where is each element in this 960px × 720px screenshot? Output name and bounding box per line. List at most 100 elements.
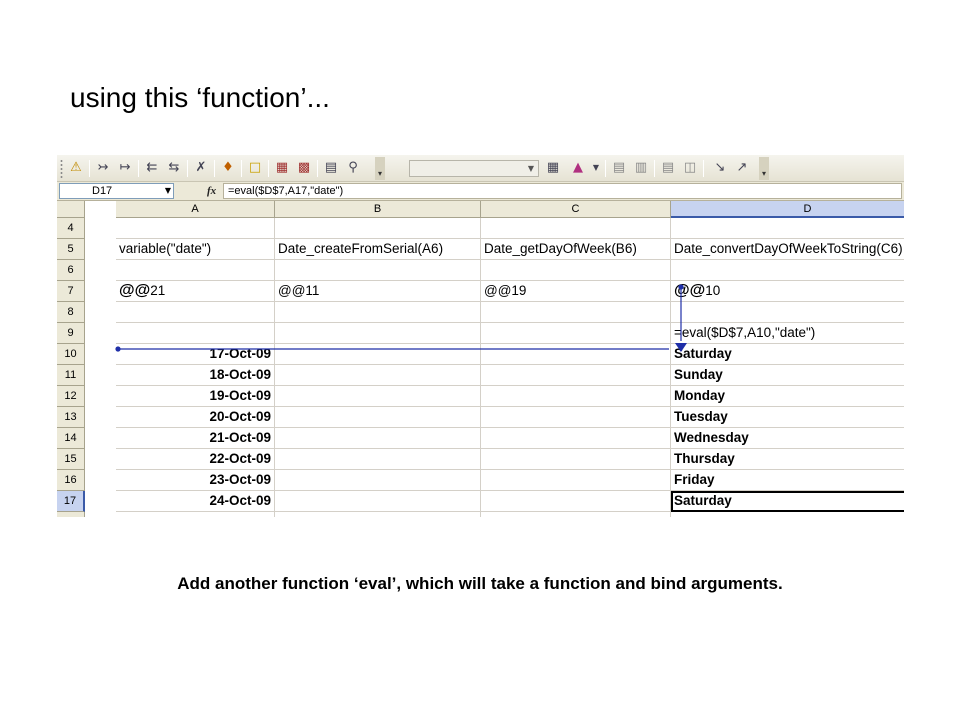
cell-a9[interactable] [116,323,275,344]
cell-b6[interactable] [275,260,481,281]
cell-d14[interactable]: Wednesday [671,428,904,449]
row-header[interactable]: 18 [57,512,85,517]
angle-text-up-icon[interactable]: ↗ [733,159,751,177]
cell-b15[interactable] [275,449,481,470]
cell-b18[interactable] [275,512,481,517]
cell-b12[interactable] [275,386,481,407]
cell-d9[interactable]: =eval($D$7,A10,"date") [671,323,904,344]
cell-c13[interactable] [481,407,671,428]
circle-invalid-data-icon[interactable]: ▦ [273,159,291,177]
cell-a14[interactable]: 21-Oct-09 [116,428,275,449]
row-header[interactable]: 7 [57,281,85,302]
cell-d7[interactable]: @@10 [671,281,904,302]
cell-d6[interactable] [671,260,904,281]
cell-c12[interactable] [481,386,671,407]
cell-a5[interactable]: variable("date") [116,239,275,260]
cell-b7[interactable]: @@11 [275,281,481,302]
cell-a7[interactable]: @@21 [116,281,275,302]
cell-c11[interactable] [481,365,671,386]
cell-c17[interactable] [481,491,671,512]
cell-a15[interactable]: 22-Oct-09 [116,449,275,470]
column-header-a[interactable]: A [116,201,275,218]
cell-d12[interactable]: Monday [671,386,904,407]
remove-precedent-arrows-icon[interactable]: ↦ [116,159,134,177]
cell-d16[interactable]: Friday [671,470,904,491]
cell-a17[interactable]: 24-Oct-09 [116,491,275,512]
row-header[interactable]: 11 [57,365,85,386]
chevron-down-icon[interactable]: ▼ [587,159,605,177]
select-all-corner[interactable] [57,201,85,218]
cell-a6[interactable] [116,260,275,281]
cell-d17[interactable]: Saturday [671,491,904,512]
column-header-d[interactable]: D [671,201,904,218]
row-header[interactable]: 8 [57,302,85,323]
row-header[interactable]: 5 [57,239,85,260]
row-header[interactable]: 16 [57,470,85,491]
row-header[interactable]: 9 [57,323,85,344]
row-header[interactable]: 14 [57,428,85,449]
cell-c6[interactable] [481,260,671,281]
cell-d13[interactable]: Tuesday [671,407,904,428]
cell-b4[interactable] [275,218,481,239]
cell-b14[interactable] [275,428,481,449]
cell-b10[interactable] [275,344,481,365]
grip-icon[interactable] [60,159,63,178]
cell-c15[interactable] [481,449,671,470]
chevron-down-icon[interactable]: ▼ [165,184,171,198]
row-header[interactable]: 10 [57,344,85,365]
cell-c10[interactable] [481,344,671,365]
cell-d15[interactable]: Thursday [671,449,904,470]
row-header[interactable]: 4 [57,218,85,239]
cell-c14[interactable] [481,428,671,449]
chart-type-icon[interactable]: ▲ [569,159,587,177]
cell-c16[interactable] [481,470,671,491]
cell-c5[interactable]: Date_getDayOfWeek(B6) [481,239,671,260]
by-column-icon[interactable]: ◫ [681,159,699,177]
by-row-icon[interactable]: ▤ [659,159,677,177]
toolbar-options-icon[interactable]: ▾ [375,157,385,180]
toolbar-options-icon[interactable]: ▾ [759,157,769,180]
insert-function-icon[interactable]: fx [207,183,216,199]
column-header-b[interactable]: B [275,201,481,218]
cell-a4[interactable] [116,218,275,239]
cell-c18[interactable] [481,512,671,517]
row-header[interactable]: 15 [57,449,85,470]
cell-b9[interactable] [275,323,481,344]
new-comment-icon[interactable]: □ [246,159,264,177]
cell-d8[interactable] [671,302,904,323]
chevron-down-icon[interactable]: ▼ [525,162,537,175]
cell-c4[interactable] [481,218,671,239]
cell-d18[interactable] [671,512,904,517]
cell-a16[interactable]: 23-Oct-09 [116,470,275,491]
column-header-c[interactable]: C [481,201,671,218]
chart-objects-combo[interactable]: ▼ [409,160,539,177]
name-box[interactable]: D17 ▼ [59,183,174,199]
formula-input[interactable]: =eval($D$7,A17,"date") [223,183,902,199]
show-watch-window-icon[interactable]: ▤ [322,159,340,177]
row-header[interactable]: 17 [57,491,85,512]
cell-d5[interactable]: Date_convertDayOfWeekToString(C6) [671,239,904,260]
row-header[interactable]: 13 [57,407,85,428]
format-chart-icon[interactable]: ▦ [544,159,562,177]
cell-c9[interactable] [481,323,671,344]
row-header[interactable]: 6 [57,260,85,281]
legend-icon[interactable]: ▤ [610,159,628,177]
trace-error-icon[interactable]: ♦ [219,159,237,177]
cell-a11[interactable]: 18-Oct-09 [116,365,275,386]
data-table-icon[interactable]: ▥ [632,159,650,177]
cell-a13[interactable]: 20-Oct-09 [116,407,275,428]
clear-validation-circles-icon[interactable]: ▩ [295,159,313,177]
cell-a12[interactable]: 19-Oct-09 [116,386,275,407]
cell-b13[interactable] [275,407,481,428]
cell-d4[interactable] [671,218,904,239]
cell-c7[interactable]: @@19 [481,281,671,302]
cell-b16[interactable] [275,470,481,491]
angle-text-down-icon[interactable]: ↘ [711,159,729,177]
evaluate-formula-icon[interactable]: ⚲ [344,159,362,177]
trace-precedents-icon[interactable]: ↣ [94,159,112,177]
row-header[interactable]: 12 [57,386,85,407]
cell-d10[interactable]: Saturday [671,344,904,365]
cell-a10[interactable]: 17-Oct-09 [116,344,275,365]
cell-b8[interactable] [275,302,481,323]
warning-icon[interactable]: ⚠ [67,159,85,177]
